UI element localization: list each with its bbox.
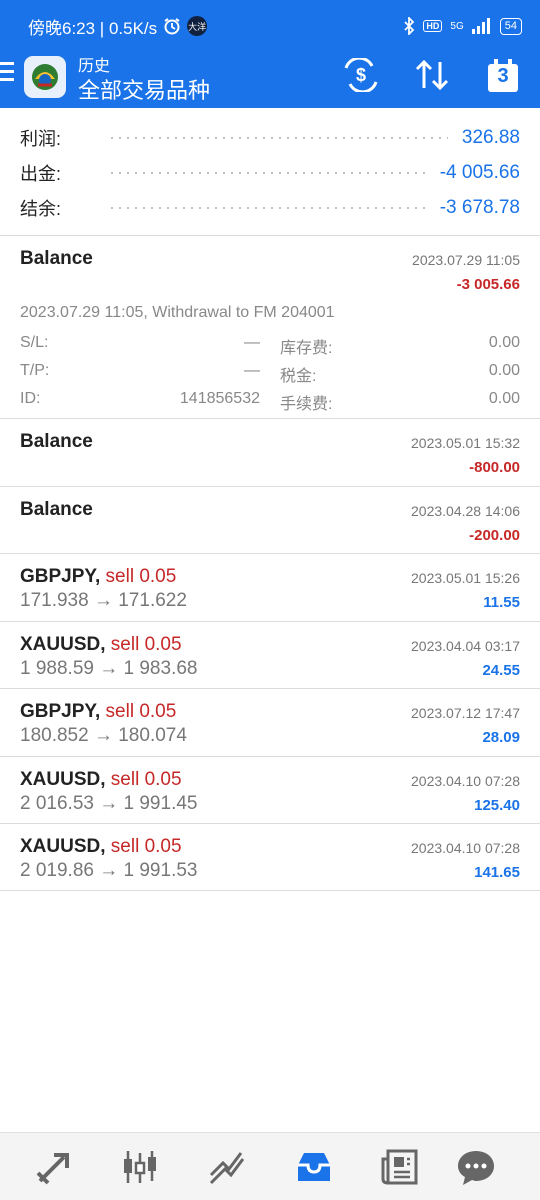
chat-icon[interactable] [456,1147,496,1187]
tp-label: T/P: [20,362,50,379]
trade-date: 2023.04.10 07:28 [411,773,520,789]
trade-profit: 28.09 [482,729,520,746]
tax-label: 税金: [280,368,317,385]
trade-symbol: GBPJPY, [20,701,101,722]
news-icon[interactable] [380,1147,420,1187]
quotes-icon[interactable] [34,1147,74,1187]
trade-symbol: XAUUSD, [20,634,106,655]
balance-deal-row[interactable]: Balance 2023.05.01 15:32 -800.00 [0,419,540,487]
trade-symbol: XAUUSD, [20,769,106,790]
withdrawal-value: -4 005.66 [439,162,520,183]
withdrawal-label: 出金: [20,164,62,184]
profit-label: 利润: [20,129,62,149]
trade-side: sell 0.05 [105,701,177,722]
trade-row[interactable]: XAUUSD, sell 0.05 1 988.59 → 1 983.68 20… [0,622,540,689]
trade-profit: 141.65 [474,864,520,881]
tp-value: — [244,362,260,379]
balance-deal-row[interactable]: Balance 2023.04.28 14:06 -200.00 [0,487,540,554]
deal-title: Balance [20,431,93,452]
trade-date: 2023.04.04 03:17 [411,638,520,654]
trade-prices: 1 988.59 → 1 983.68 [20,658,198,679]
trade-side: sell 0.05 [110,769,182,790]
swap-label: 库存费: [280,340,333,357]
trade-date: 2023.07.12 17:47 [411,705,520,721]
summary-panel: 利润: 326.88 出金: -4 005.66 结余: -3 678.78 [0,108,540,236]
signal-icon [471,18,490,34]
sl-label: S/L: [20,334,49,351]
dotted-leader [108,137,448,139]
network-label: 5G [450,20,464,32]
swap-value: 0.00 [488,334,520,351]
fee-label: 手续费: [280,396,333,413]
status-time: 傍晚6:23 | 0.5K/s [28,18,158,38]
trade-side: sell 0.05 [110,836,182,857]
profit-row: 利润: 326.88 [20,120,520,156]
trade-prices: 180.852 → 180.074 [20,725,187,746]
trade-row[interactable]: XAUUSD, sell 0.05 2 016.53 → 1 991.45 20… [0,757,540,824]
trade-row[interactable]: GBPJPY, sell 0.05 171.938 → 171.622 2023… [0,554,540,622]
battery-icon: 54 [499,17,522,35]
balance-label: 结余: [20,199,62,219]
trade-row[interactable]: GBPJPY, sell 0.05 180.852 → 180.074 2023… [0,689,540,757]
dotted-leader [108,172,426,174]
trade-prices: 2 019.86 → 1 991.53 [20,860,198,881]
balance-value: -3 678.78 [439,197,520,218]
menu-icon[interactable] [0,62,14,84]
deal-amount: -200.00 [469,527,520,544]
currency-exchange-icon[interactable]: $ [342,58,380,92]
alarm-icon [164,18,180,35]
sl-value: — [244,334,260,351]
trade-side: sell 0.05 [110,634,182,655]
withdrawal-row: 出金: -4 005.66 [20,155,520,191]
trade-profit: 24.55 [482,662,520,679]
chart-icon[interactable] [120,1147,160,1187]
trade-symbol: XAUUSD, [20,836,106,857]
dotted-leader [108,207,426,209]
deal-amount: -3 005.66 [456,276,520,293]
trade-profit: 125.40 [474,797,520,814]
deal-title: Balance [20,248,93,269]
id-value: 141856532 [179,390,260,407]
app-badge: 大洋 [187,16,208,36]
bottom-navigation [0,1132,540,1200]
trade-profit: 11.55 [483,594,520,611]
deal-date: 2023.05.01 15:32 [411,435,520,451]
deal-comment: 2023.07.29 11:05, Withdrawal to FM 20400… [20,304,335,321]
trade-date: 2023.05.01 15:26 [411,570,520,586]
deal-amount: -800.00 [469,459,520,476]
trade-prices: 171.938 → 171.622 [20,590,187,611]
deal-date: 2023.04.28 14:06 [411,503,520,519]
balance-row: 结余: -3 678.78 [20,190,520,226]
svg-text:$: $ [356,65,366,85]
profit-value: 326.88 [461,127,520,148]
calendar-day: 3 [497,65,509,87]
status-bar: 傍晚6:23 | 0.5K/s 大洋 HD 5G 54 [0,0,540,52]
id-label: ID: [20,390,41,407]
bluetooth-icon [404,17,415,35]
history-icon[interactable] [294,1147,334,1187]
fee-value: 0.00 [488,390,520,407]
trade-symbol: GBPJPY, [20,566,101,587]
trade-side: sell 0.05 [105,566,177,587]
trade-row[interactable]: XAUUSD, sell 0.05 2 019.86 → 1 991.53 20… [0,824,540,891]
hd-icon: HD [423,20,443,32]
app-logo[interactable] [24,56,66,98]
sort-icon[interactable] [414,58,450,92]
deal-expanded[interactable]: Balance 2023.07.29 11:05 -3 005.66 2023.… [0,236,540,419]
trade-icon[interactable] [207,1147,247,1187]
tax-value: 0.00 [488,362,520,379]
app-bar: 历史 全部交易品种 $ 3 [0,52,540,108]
deal-date: 2023.07.29 11:05 [412,252,520,268]
trade-date: 2023.04.10 07:28 [411,840,520,856]
page-title[interactable]: 全部交易品种 [78,73,210,105]
trade-prices: 2 016.53 → 1 991.45 [20,793,198,814]
deal-title: Balance [20,499,93,520]
